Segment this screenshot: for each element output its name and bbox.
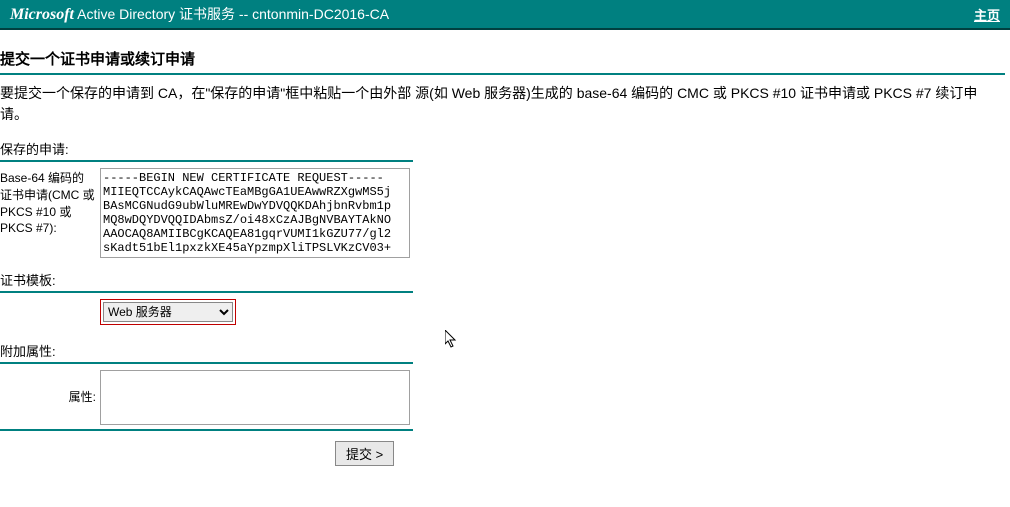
additional-attrs-field-label: 属性: <box>0 370 100 425</box>
cert-template-select[interactable]: Web 服务器 <box>103 302 233 322</box>
additional-attrs-row: 属性: <box>0 370 1005 425</box>
saved-request-section-label: 保存的申请: <box>0 137 413 162</box>
additional-attrs-section-label: 附加属性: <box>0 339 413 364</box>
header-title: Microsoft Active Directory 证书服务 -- cnton… <box>10 4 389 24</box>
submit-row: 提交 > <box>0 441 1005 466</box>
page-title: 提交一个证书申请或续订申请 <box>0 40 1005 75</box>
cert-template-section-label: 证书模板: <box>0 268 413 293</box>
instructions: 要提交一个保存的申请到 CA，在"保存的申请"框中粘贴一个由外部 源(如 Web… <box>0 83 1005 125</box>
content: 提交一个证书申请或续订申请 要提交一个保存的申请到 CA，在"保存的申请"框中粘… <box>0 30 1010 476</box>
saved-request-row: Base-64 编码的证书申请(CMC 或 PKCS #10 或 PKCS #7… <box>0 168 1005 258</box>
submit-button[interactable]: 提交 > <box>335 441 394 466</box>
additional-attrs-textarea[interactable] <box>100 370 410 425</box>
saved-request-textarea[interactable] <box>100 168 410 258</box>
brand-italic: Microsoft <box>10 6 74 23</box>
saved-request-field-label: Base-64 编码的证书申请(CMC 或 PKCS #10 或 PKCS #7… <box>0 168 100 237</box>
home-link[interactable]: 主页 <box>974 8 1000 23</box>
cert-template-highlight: Web 服务器 <box>100 299 236 325</box>
bottom-divider <box>0 429 413 431</box>
header-bar: Microsoft Active Directory 证书服务 -- cnton… <box>0 0 1010 30</box>
brand-rest: Active Directory 证书服务 -- cntonmin-DC2016… <box>74 6 389 22</box>
